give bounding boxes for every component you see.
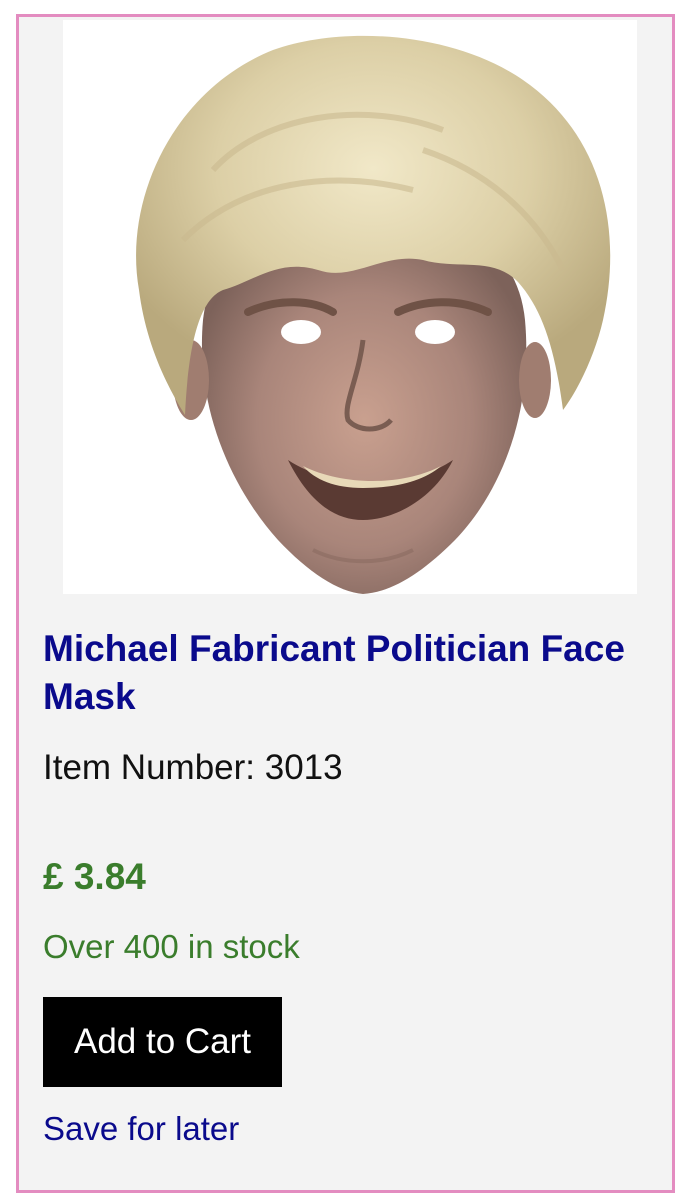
product-price: £ 3.84: [43, 856, 146, 897]
add-to-cart-button[interactable]: Add to Cart: [43, 997, 282, 1087]
item-number: Item Number: 3013: [43, 748, 343, 787]
product-image[interactable]: [63, 20, 637, 594]
product-card: Michael Fabricant Politician Face Mask I…: [16, 14, 675, 1193]
product-title[interactable]: Michael Fabricant Politician Face Mask: [43, 625, 643, 721]
save-for-later-link[interactable]: Save for later: [43, 1107, 239, 1151]
stock-status: Over 400 in stock: [43, 928, 300, 965]
face-mask-illustration: [136, 35, 611, 594]
